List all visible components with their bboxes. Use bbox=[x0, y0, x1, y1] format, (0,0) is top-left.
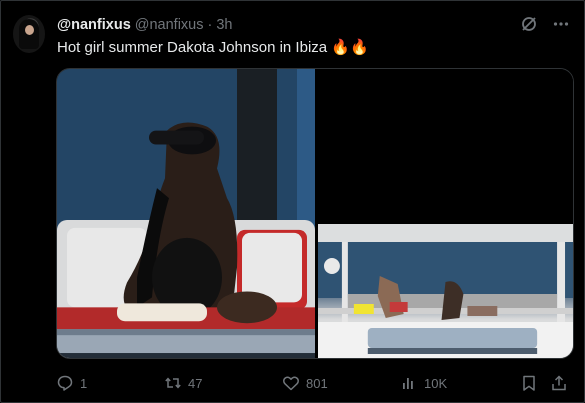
retweet-button[interactable]: 47 bbox=[164, 374, 282, 392]
views-icon bbox=[403, 378, 413, 389]
avatar-face bbox=[25, 25, 34, 35]
tweet-card[interactable]: @nanfixus @nanfixus · 3h Hot girl summer… bbox=[0, 0, 585, 403]
like-count: 801 bbox=[306, 375, 328, 391]
share-icon bbox=[552, 375, 566, 391]
more-options-icon[interactable] bbox=[552, 15, 570, 33]
views-button[interactable]: 10K bbox=[400, 374, 520, 392]
reply-icon bbox=[57, 375, 73, 391]
views-count: 10K bbox=[424, 375, 448, 391]
photo-left[interactable] bbox=[57, 69, 315, 358]
photo-icon bbox=[57, 69, 315, 358]
avatar[interactable] bbox=[13, 15, 45, 53]
grok-icon[interactable] bbox=[520, 15, 538, 33]
share-button[interactable] bbox=[550, 374, 574, 392]
action-bar: 1 47 801 10K bbox=[56, 371, 574, 395]
tweet-text: Hot girl summer Dakota Johnson in Ibiza … bbox=[57, 39, 369, 56]
heart-icon bbox=[283, 376, 299, 391]
reply-button[interactable]: 1 bbox=[56, 374, 164, 392]
bookmark-button[interactable] bbox=[520, 374, 550, 392]
header-icons bbox=[520, 15, 570, 33]
retweet-icon bbox=[165, 377, 181, 389]
media-grid bbox=[56, 68, 574, 359]
reply-count: 1 bbox=[80, 375, 88, 391]
photo-icon bbox=[318, 224, 573, 358]
bookmark-icon bbox=[523, 375, 535, 391]
like-button[interactable]: 801 bbox=[282, 374, 400, 392]
tweet-header: @nanfixus @nanfixus · 3h bbox=[57, 15, 568, 35]
timestamp[interactable]: 3h bbox=[216, 17, 232, 33]
user-handle[interactable]: @nanfixus bbox=[135, 17, 204, 33]
photo-right[interactable] bbox=[318, 69, 573, 358]
separator-dot: · bbox=[207, 17, 213, 33]
display-name[interactable]: @nanfixus bbox=[57, 17, 131, 33]
photo-right-scene bbox=[318, 224, 573, 358]
retweet-count: 47 bbox=[188, 375, 203, 391]
